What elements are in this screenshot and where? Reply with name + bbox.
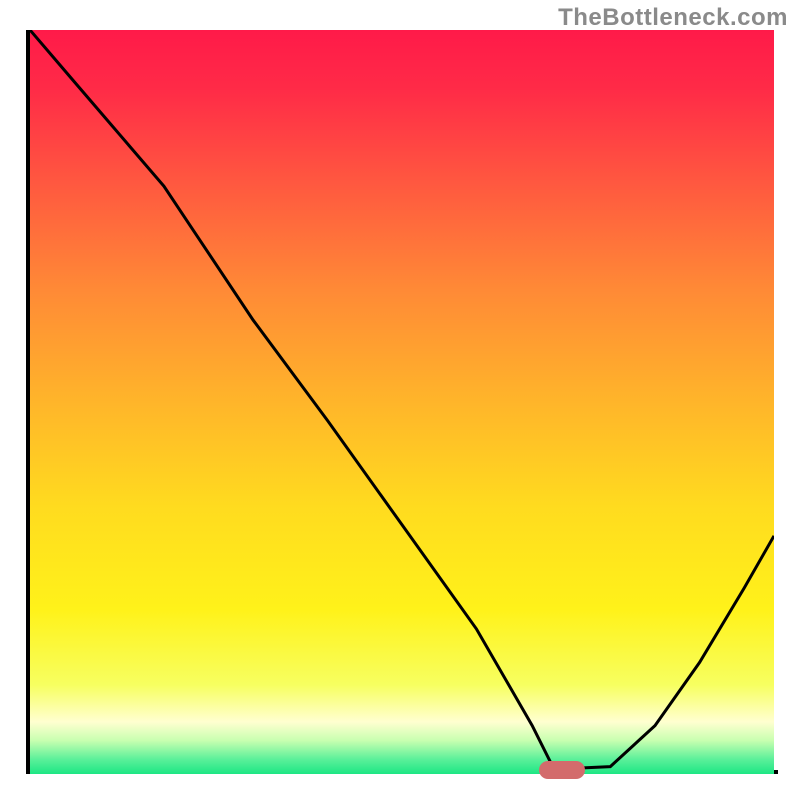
optimal-marker xyxy=(539,761,585,779)
watermark-text: TheBottleneck.com xyxy=(558,4,788,32)
gradient-background xyxy=(30,30,774,774)
chart-svg xyxy=(30,30,774,774)
chart-container: TheBottleneck.com xyxy=(0,0,800,800)
